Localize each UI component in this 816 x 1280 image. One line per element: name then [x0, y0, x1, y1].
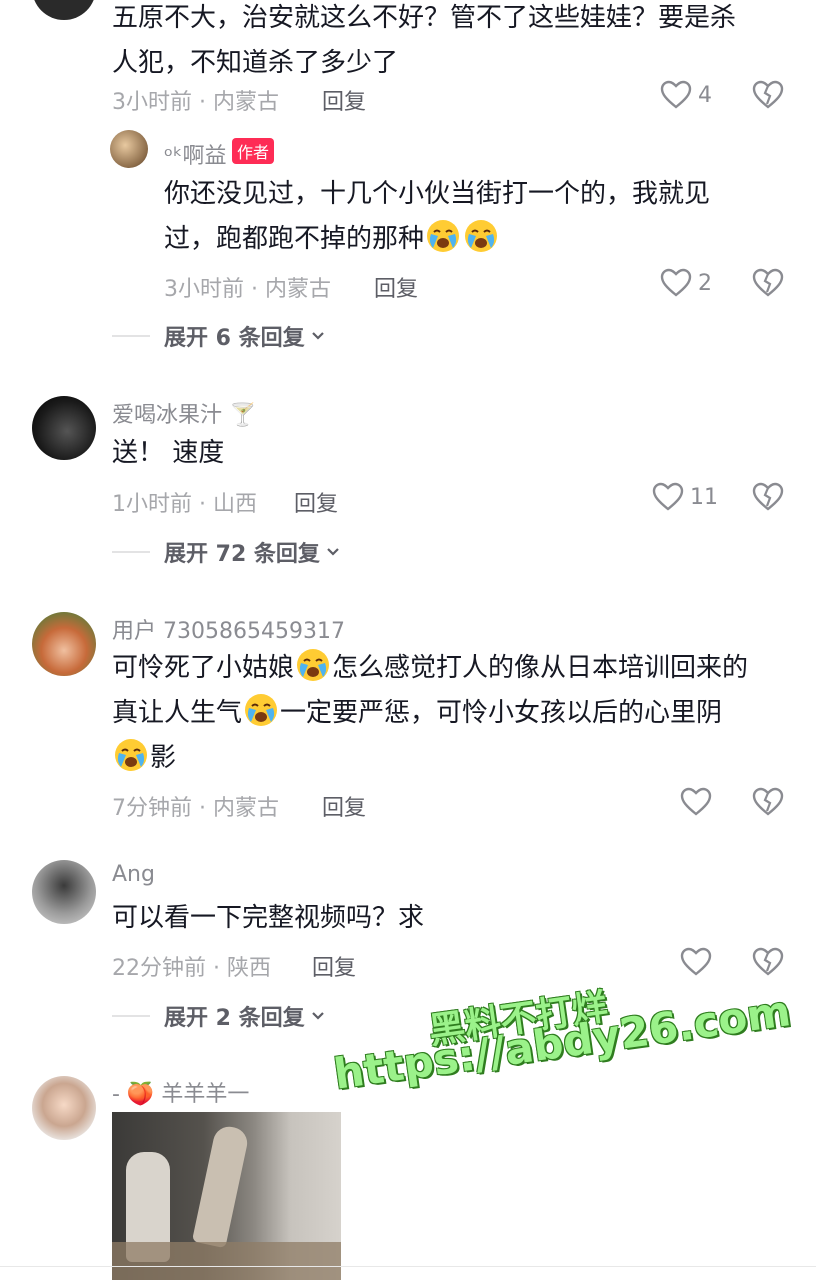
- loudly-crying-face-icon: [297, 649, 330, 681]
- comment-text: 可怜死了小姑娘 怎么感觉打人的像从日本培训回来的 真让人生气 一定要严惩，可怜小女孩…: [112, 646, 802, 781]
- avatar[interactable]: [32, 612, 96, 676]
- comment-time-location: 22分钟前 · 陕西: [112, 956, 271, 981]
- chevron-down-icon: [327, 548, 339, 556]
- author-badge: 作者: [232, 138, 275, 164]
- chevron-down-icon: [311, 1012, 324, 1020]
- username[interactable]: 用户 7305865459317: [112, 613, 345, 645]
- avatar[interactable]: [32, 1076, 96, 1140]
- heart-outline-icon: [680, 787, 712, 816]
- loudly-crying-face-icon: [245, 694, 278, 726]
- like-button[interactable]: 2: [660, 268, 712, 298]
- comment-time-location: 7分钟前 · 内蒙古: [112, 796, 279, 821]
- heart-outline-icon: [680, 947, 712, 976]
- divider: [112, 551, 150, 553]
- comment-text: 五原不大，治安就这么不好？管不了这些娃娃？要是杀 人犯，不知道杀了多少了: [112, 3, 737, 78]
- like-button[interactable]: 4: [660, 80, 712, 110]
- broken-heart-icon[interactable]: [752, 268, 784, 298]
- username[interactable]: - 🍑 羊羊羊一: [112, 1076, 249, 1108]
- loudly-crying-face-icon: [465, 220, 498, 252]
- video-thumbnail[interactable]: [112, 1112, 341, 1280]
- avatar[interactable]: [32, 860, 96, 924]
- expand-replies-button[interactable]: 展开 6 条回复: [112, 320, 325, 352]
- chevron-down-icon: [311, 332, 324, 340]
- heart-outline-icon: [660, 268, 692, 297]
- loudly-crying-face-icon: [427, 220, 460, 252]
- broken-heart-icon[interactable]: [752, 482, 784, 512]
- broken-heart-icon[interactable]: [752, 80, 784, 110]
- like-count: 4: [698, 82, 712, 108]
- reply-button[interactable]: 回复: [322, 84, 366, 116]
- reply-button[interactable]: 回复: [322, 790, 366, 822]
- reply-button[interactable]: 回复: [312, 950, 356, 982]
- expand-replies-button[interactable]: 展开 72 条回复: [112, 536, 340, 568]
- like-count: 2: [698, 270, 712, 296]
- comment-text: 可以看一下完整视频吗？求: [112, 903, 425, 933]
- username[interactable]: ᵒᵏ啊益: [164, 138, 226, 170]
- broken-heart-icon[interactable]: [752, 787, 784, 817]
- comment-time-location: 3小时前 · 内蒙古: [164, 277, 331, 302]
- avatar[interactable]: [32, 0, 96, 20]
- expand-replies-label: 展开 72 条回复: [164, 542, 320, 567]
- heart-outline-icon: [660, 80, 692, 109]
- username[interactable]: Ang: [112, 862, 155, 887]
- expand-replies-button[interactable]: 展开 2 条回复: [112, 1000, 325, 1032]
- bottom-divider: [0, 1266, 816, 1267]
- username[interactable]: 爱喝冰果汁 🍸: [112, 397, 256, 429]
- like-button[interactable]: [680, 947, 712, 977]
- avatar[interactable]: [110, 130, 148, 168]
- like-count: 11: [690, 484, 718, 510]
- comment-text: 你还没见过，十几个小伙当街打一个的，我就见 过，跑都跑不掉的那种: [164, 179, 711, 254]
- expand-replies-label: 展开 6 条回复: [164, 326, 305, 351]
- divider: [112, 335, 150, 337]
- divider: [112, 1015, 150, 1017]
- avatar[interactable]: [32, 396, 96, 460]
- reply-button[interactable]: 回复: [374, 271, 418, 303]
- reply-button[interactable]: 回复: [294, 486, 338, 518]
- loudly-crying-face-icon: [115, 739, 147, 771]
- like-button[interactable]: [680, 787, 712, 817]
- comment-text: 送！ 速度: [112, 438, 225, 468]
- comment-time-location: 1小时前 · 山西: [112, 492, 257, 517]
- comment-time-location: 3小时前 · 内蒙古: [112, 90, 279, 115]
- broken-heart-icon[interactable]: [752, 947, 784, 977]
- heart-outline-icon: [652, 482, 684, 511]
- like-button[interactable]: 11: [652, 482, 718, 512]
- video-figure-right: [191, 1123, 251, 1249]
- video-floor: [112, 1242, 341, 1280]
- expand-replies-label: 展开 2 条回复: [164, 1006, 305, 1031]
